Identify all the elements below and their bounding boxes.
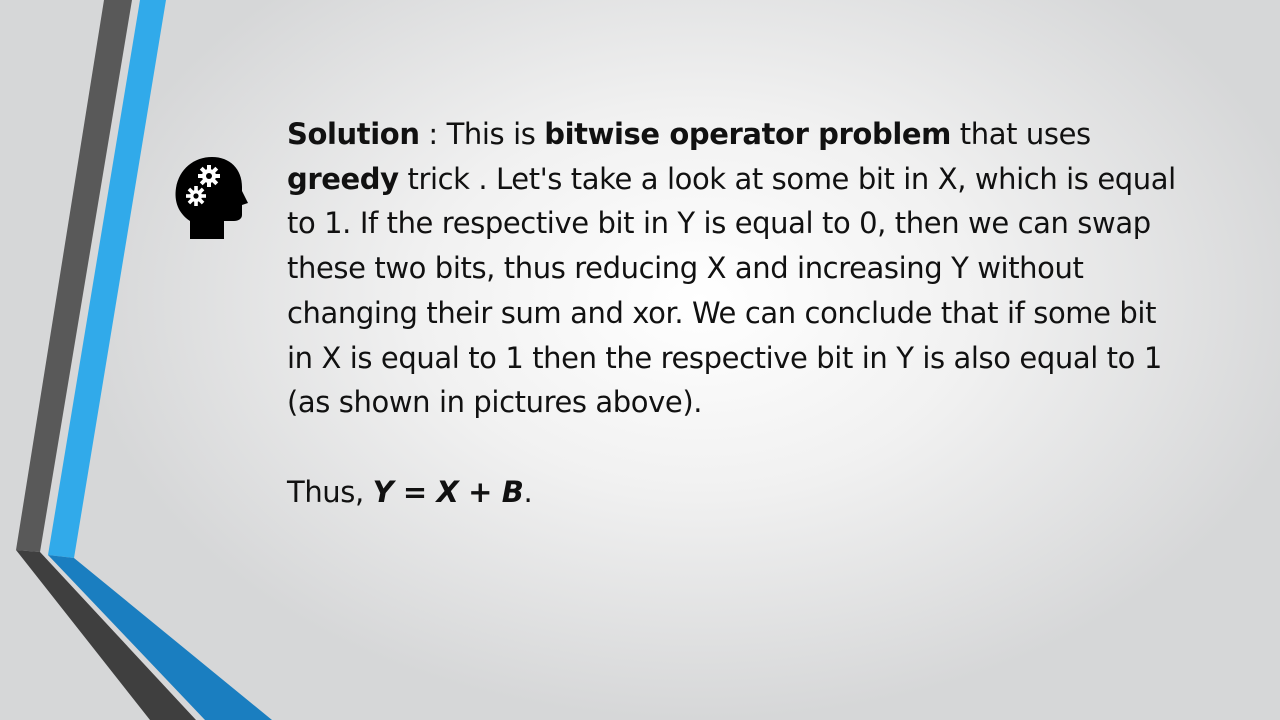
- solution-paragraph: Solution : This is bitwise operator prob…: [287, 112, 1187, 425]
- conclusion-formula: Y = X + B: [372, 474, 524, 509]
- conclusion-end: .: [523, 474, 533, 509]
- solution-mid: that uses: [950, 117, 1091, 151]
- conclusion-lead: Thus,: [287, 474, 373, 509]
- conclusion-paragraph: Thus, Y = X + B.: [287, 470, 1187, 515]
- solution-label: Solution: [287, 117, 420, 151]
- solution-text-block: Solution : This is bitwise operator prob…: [287, 112, 1187, 514]
- solution-sep: : This is: [419, 117, 545, 151]
- greedy-term: greedy: [287, 161, 399, 196]
- solution-rest: trick . Let's take a look at some bit in…: [287, 161, 1176, 420]
- head-with-gears-icon: [175, 157, 248, 239]
- solution-term: bitwise operator problem: [544, 117, 951, 151]
- gray-diagonal-stripe: [16, 550, 196, 720]
